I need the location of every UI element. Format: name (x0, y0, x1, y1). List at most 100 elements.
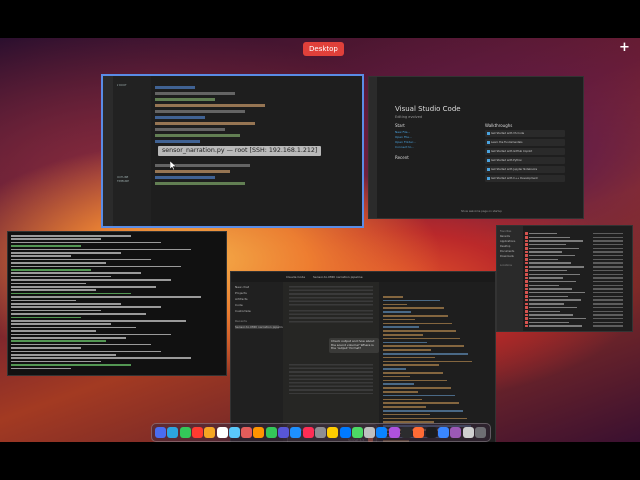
code-line (383, 383, 414, 385)
customize-item[interactable]: Customize (235, 309, 251, 313)
code-line (383, 391, 418, 393)
dock-app-icon[interactable] (191, 426, 203, 438)
new-file-link[interactable]: New File... (395, 130, 410, 134)
file-name (529, 236, 570, 238)
dock-app-icon[interactable] (327, 426, 339, 438)
applications-item[interactable]: Applications (500, 240, 515, 243)
dock-app-icon[interactable] (155, 426, 166, 438)
dock-app-icon[interactable] (351, 426, 363, 438)
favorites-heading: Favorites (500, 230, 512, 233)
dock-app-icon[interactable] (450, 426, 462, 438)
recents-item[interactable]: Recents (500, 235, 510, 238)
file-name (529, 240, 583, 242)
artifacts-item[interactable]: Artifacts (235, 297, 248, 301)
file-date (593, 240, 623, 242)
activity-bar (369, 77, 377, 218)
claude-window[interactable]: Claude Code Sensor-to-MIDI narration pip… (230, 271, 496, 442)
dock-app-icon[interactable] (376, 426, 388, 438)
terminal-line (11, 340, 106, 342)
dock-app-icon[interactable] (314, 426, 326, 438)
file-icon (525, 254, 528, 258)
file-name (529, 299, 581, 301)
terminal-line (11, 275, 111, 278)
dock-app-icon[interactable] (278, 426, 289, 438)
open-file-link[interactable]: Open File... (395, 135, 412, 139)
file-date (593, 325, 623, 327)
file-name (529, 288, 572, 290)
dock-app-icon[interactable] (425, 426, 437, 438)
walkthrough-item[interactable]: Learn the Fundamentals (485, 139, 565, 146)
show-welcome-checkbox[interactable]: Show welcome page on startup (461, 210, 502, 213)
downloads-item[interactable]: Downloads (500, 255, 514, 258)
add-space-button[interactable]: + (619, 41, 630, 55)
dock-app-icon[interactable] (474, 426, 486, 438)
terminal-line (11, 296, 201, 298)
dock-app-icon[interactable] (413, 426, 425, 438)
dock-app-icon[interactable] (437, 426, 449, 438)
terminal-line (11, 245, 81, 247)
documents-item[interactable]: Documents (500, 250, 514, 253)
file-name (529, 258, 558, 261)
file-name (529, 262, 571, 264)
walkthrough-item[interactable]: Get Started with Jupyter Notebooks (485, 166, 565, 173)
dock-app-icon[interactable] (302, 426, 314, 438)
claude-sidebar: New chat Projects Artifacts Code Customi… (231, 282, 285, 442)
recent-chat-active[interactable]: Sensor-to-MIDI narration pipeline (235, 325, 285, 329)
file-date (593, 273, 623, 275)
dock-app-icon[interactable] (179, 426, 191, 438)
dock (151, 423, 491, 442)
file-name (529, 306, 577, 309)
tab-claude-code[interactable]: Claude Code (286, 275, 305, 279)
file-icon (525, 250, 528, 254)
code-line (383, 299, 440, 302)
dock-app-icon[interactable] (265, 426, 277, 438)
timeline-section[interactable]: TIMELINE (117, 180, 129, 183)
dock-app-icon[interactable] (216, 426, 228, 438)
dock-app-icon[interactable] (228, 426, 240, 438)
code-line (383, 349, 431, 351)
terminal-window[interactable] (7, 231, 227, 376)
code-line (155, 140, 200, 143)
file-icon (525, 321, 528, 324)
dock-app-icon[interactable] (388, 426, 400, 438)
finder-window[interactable]: Favorites Recents Applications Desktop D… (496, 225, 633, 332)
open-folder-link[interactable]: Open Folder... (395, 140, 416, 144)
walkthrough-item[interactable]: Get Started with C++ Development (485, 175, 565, 182)
assistant-message (289, 310, 373, 324)
vscode-welcome-window[interactable]: Visual Studio Code Editing evolved Start… (368, 76, 584, 219)
file-name (529, 232, 557, 235)
dock-app-icon[interactable] (167, 426, 179, 438)
file-row[interactable] (523, 324, 632, 328)
file-date (593, 299, 623, 301)
terminal-line (11, 323, 111, 325)
code-line (383, 375, 410, 378)
desktop-space-label[interactable]: Desktop (303, 42, 344, 56)
terminal-line (11, 265, 181, 268)
projects-item[interactable]: Projects (235, 291, 247, 295)
walkthrough-item[interactable]: Get Started with Python (485, 157, 565, 164)
dock-app-icon[interactable] (462, 426, 474, 438)
new-chat-item[interactable]: New chat (235, 285, 249, 289)
explorer-tree: ▾ ROOT (117, 84, 127, 87)
dock-app-icon[interactable] (401, 426, 412, 438)
terminal-line (11, 282, 86, 285)
file-name (529, 277, 563, 279)
walkthrough-item[interactable]: Get Started with VS Code (485, 130, 565, 137)
tab-conversation[interactable]: Sensor-to-MIDI narration pipeline (313, 275, 363, 279)
dock-app-icon[interactable] (290, 426, 302, 438)
desktop-item[interactable]: Desktop (500, 245, 510, 248)
dock-app-icon[interactable] (241, 426, 253, 438)
vscode-editor-window[interactable]: ▾ ROOT OUTLINE TIMELINE sensor_narration… (101, 74, 364, 228)
start-heading: Start (395, 123, 405, 128)
dock-app-icon[interactable] (364, 426, 376, 438)
outline-section[interactable]: OUTLINE (117, 176, 128, 179)
walkthrough-item[interactable]: Get Started with GitHub Copilot (485, 148, 565, 155)
dock-app-icon[interactable] (253, 426, 265, 438)
connect-link[interactable]: Connect to... (395, 145, 414, 149)
dock-app-icon[interactable] (339, 426, 351, 438)
code-line (383, 334, 423, 336)
code-line (155, 110, 245, 113)
code-item[interactable]: Code (235, 303, 243, 307)
dock-app-icon[interactable] (204, 426, 216, 438)
code-line (155, 98, 215, 101)
